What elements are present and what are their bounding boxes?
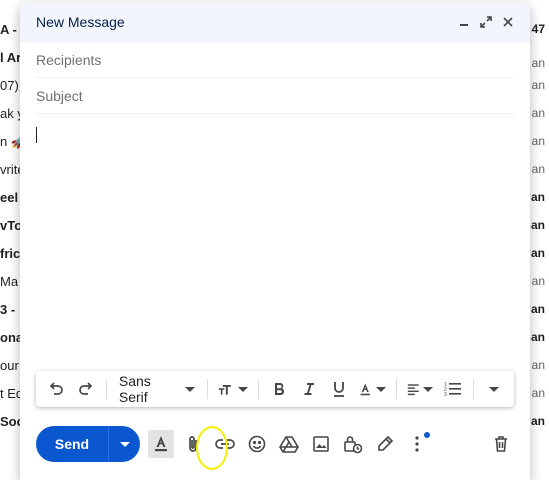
signature-icon[interactable]: [372, 430, 398, 458]
chevron-down-icon: [119, 441, 130, 447]
subject-row: [36, 78, 514, 114]
inbox-fragment: Ma: [0, 274, 19, 289]
chevron-down-icon: [238, 386, 249, 392]
inbox-fragment: A -: [0, 22, 17, 37]
minimize-icon[interactable]: [456, 14, 472, 30]
bold-icon[interactable]: [265, 375, 293, 403]
font-family-value: Sans Serif: [118, 373, 151, 405]
italic-icon[interactable]: [295, 375, 323, 403]
underline-icon[interactable]: [325, 375, 353, 403]
recipients-row: [36, 42, 514, 78]
toolbar-divider: [473, 379, 475, 399]
redo-icon[interactable]: [72, 375, 100, 403]
message-body[interactable]: [36, 122, 514, 362]
inbox-fragment: fric: [0, 246, 21, 261]
inbox-fragment: an: [530, 190, 545, 204]
text-color-icon[interactable]: [355, 375, 390, 403]
confidential-icon[interactable]: [340, 430, 366, 458]
inbox-fragment: an: [531, 56, 545, 70]
photo-icon[interactable]: [308, 430, 334, 458]
inbox-fragment: 47: [531, 22, 545, 36]
numbered-list-icon[interactable]: 123: [439, 375, 467, 403]
align-icon[interactable]: [403, 375, 438, 403]
chevron-down-icon: [375, 386, 386, 392]
chevron-down-icon: [185, 386, 196, 392]
compose-title: New Message: [36, 14, 125, 30]
inbox-fragment: an: [530, 246, 545, 260]
inbox-fragment: an: [530, 302, 545, 316]
svg-text:3: 3: [444, 392, 447, 397]
send-button[interactable]: Send: [36, 426, 108, 462]
inbox-fragment: an: [530, 414, 545, 428]
send-button-group: Send: [36, 426, 140, 462]
recipients-input[interactable]: [36, 51, 514, 68]
inbox-fragment: 07): [0, 78, 19, 93]
inbox-background-left: A - l Ar 07) ak y n 🚀 vrite eel vTo fric…: [0, 0, 22, 480]
drive-icon[interactable]: [276, 430, 302, 458]
inbox-fragment: ak y: [0, 106, 22, 121]
inbox-fragment: our: [0, 358, 19, 373]
send-options-button[interactable]: [108, 426, 140, 462]
chevron-down-icon: [423, 386, 434, 392]
subject-input[interactable]: [36, 87, 514, 104]
inbox-fragment: vTo: [0, 218, 22, 233]
text-cursor: [36, 127, 37, 143]
compose-action-bar: Send: [36, 426, 514, 470]
toolbar-divider: [258, 379, 260, 399]
inbox-fragment: an: [530, 330, 545, 344]
inbox-fragment: l Ar: [0, 50, 22, 65]
inbox-fragment: Soc: [0, 414, 22, 429]
inbox-fragment: an: [531, 274, 545, 288]
inbox-fragment: n 🚀: [0, 134, 22, 149]
emoji-icon[interactable]: [244, 430, 270, 458]
toolbar-divider: [395, 379, 397, 399]
expand-icon[interactable]: [478, 14, 494, 30]
more-options-icon[interactable]: [404, 430, 430, 458]
compose-title-bar[interactable]: New Message: [20, 2, 530, 42]
inbox-fragment: 3 -: [0, 302, 16, 317]
notification-dot: [424, 432, 430, 438]
inbox-fragment: onal: [0, 330, 22, 345]
close-icon[interactable]: [500, 14, 516, 30]
inbox-background-right: 47 an an an an an an an an an an an an a…: [527, 0, 549, 480]
inbox-fragment: vrite: [0, 162, 22, 177]
trash-icon[interactable]: [488, 430, 514, 458]
toolbar-divider: [207, 379, 209, 399]
attach-highlight-circle: [196, 426, 228, 470]
compose-window: New Message Sans Serif: [20, 2, 530, 480]
inbox-fragment: t Ed: [0, 386, 22, 401]
inbox-fragment: an: [531, 386, 545, 400]
font-family-select[interactable]: Sans Serif: [113, 373, 202, 405]
inbox-fragment: an: [531, 106, 545, 120]
toolbar-divider: [106, 379, 107, 399]
inbox-fragment: an: [531, 78, 545, 92]
inbox-fragment: an: [531, 358, 545, 372]
chevron-down-icon: [489, 386, 500, 392]
inbox-fragment: eel: [0, 190, 19, 205]
undo-icon[interactable]: [42, 375, 70, 403]
formatting-toggle-icon[interactable]: [148, 430, 174, 458]
more-formatting-icon[interactable]: [480, 375, 508, 403]
inbox-fragment: an: [531, 162, 545, 176]
inbox-fragment: an: [530, 218, 545, 232]
formatting-toolbar: Sans Serif 123: [36, 371, 514, 407]
text-size-icon[interactable]: [214, 375, 252, 403]
inbox-fragment: an: [531, 134, 545, 148]
